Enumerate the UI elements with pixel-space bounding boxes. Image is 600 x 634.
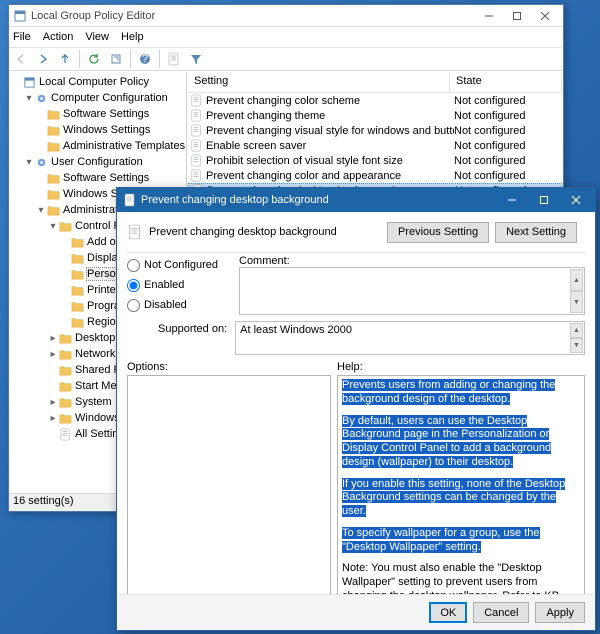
previous-setting-button[interactable]: Previous Setting: [387, 222, 489, 243]
options-pane[interactable]: [127, 375, 331, 595]
col-setting[interactable]: Setting: [188, 73, 450, 92]
ok-button[interactable]: OK: [429, 602, 467, 623]
export-button[interactable]: [106, 49, 126, 69]
app-icon: [13, 9, 27, 23]
dialog-close-button[interactable]: [557, 188, 595, 212]
forward-button[interactable]: [33, 49, 53, 69]
list-row[interactable]: Prevent changing visual style for window…: [188, 123, 562, 138]
menubar: File Action View Help: [9, 27, 563, 47]
menu-file[interactable]: File: [13, 31, 31, 43]
policy-name: Prevent changing desktop background: [149, 226, 381, 238]
menu-help[interactable]: Help: [121, 31, 144, 43]
tree-item[interactable]: Software Settings: [11, 170, 186, 186]
supported-label: Supported on:: [127, 321, 235, 335]
options-label: Options:: [127, 359, 331, 375]
list-row[interactable]: Prevent changing color and appearanceNot…: [188, 168, 562, 183]
radio-disabled[interactable]: Disabled: [127, 295, 239, 315]
comment-input[interactable]: ▲▼: [239, 267, 585, 315]
tree-item[interactable]: Local Computer Policy: [11, 74, 186, 90]
filter-button[interactable]: [164, 49, 184, 69]
watermark: wsxdn.com: [539, 621, 594, 632]
col-state[interactable]: State: [450, 73, 562, 92]
menu-view[interactable]: View: [85, 31, 109, 43]
back-button[interactable]: [11, 49, 31, 69]
up-button[interactable]: [55, 49, 75, 69]
window-title: Local Group Policy Editor: [31, 10, 475, 22]
list-row[interactable]: Enable screen saverNot configured: [188, 138, 562, 153]
comment-label: Comment:: [239, 255, 585, 267]
minimize-button[interactable]: [475, 6, 503, 26]
list-row[interactable]: Prevent changing color schemeNot configu…: [188, 93, 562, 108]
close-button[interactable]: [531, 6, 559, 26]
tree-item[interactable]: Windows Settings: [11, 122, 186, 138]
radio-enabled[interactable]: Enabled: [127, 275, 239, 295]
list-row[interactable]: Prevent changing themeNot configured: [188, 108, 562, 123]
dialog-titlebar[interactable]: Prevent changing desktop background: [117, 188, 595, 212]
state-radios: Not Configured Enabled Disabled: [127, 255, 239, 315]
cancel-button[interactable]: Cancel: [473, 602, 529, 623]
tree-item[interactable]: Administrative Templates: [11, 138, 186, 154]
tree-item[interactable]: Software Settings: [11, 106, 186, 122]
help-button[interactable]: [135, 49, 155, 69]
apply-button[interactable]: Apply: [535, 602, 585, 623]
help-label: Help:: [337, 359, 585, 375]
policy-icon: [127, 224, 143, 240]
list-header: Setting State: [188, 73, 562, 93]
titlebar[interactable]: Local Group Policy Editor: [9, 5, 563, 27]
radio-not-configured[interactable]: Not Configured: [127, 255, 239, 275]
policy-icon: [123, 193, 137, 207]
maximize-button[interactable]: [503, 6, 531, 26]
supported-box: At least Windows 2000▲▼: [235, 321, 585, 355]
dialog-title: Prevent changing desktop background: [141, 194, 493, 206]
help-pane[interactable]: Prevents users from adding or changing t…: [337, 375, 585, 595]
policy-dialog: Prevent changing desktop background Prev…: [116, 187, 596, 631]
tree-item[interactable]: ▾User Configuration: [11, 154, 186, 170]
tree-item[interactable]: ▾Computer Configuration: [11, 90, 186, 106]
refresh-button[interactable]: [84, 49, 104, 69]
next-setting-button[interactable]: Next Setting: [495, 222, 577, 243]
list-row[interactable]: Prohibit selection of visual style font …: [188, 153, 562, 168]
toolbar: [9, 47, 563, 71]
menu-action[interactable]: Action: [43, 31, 74, 43]
filter2-button[interactable]: [186, 49, 206, 69]
